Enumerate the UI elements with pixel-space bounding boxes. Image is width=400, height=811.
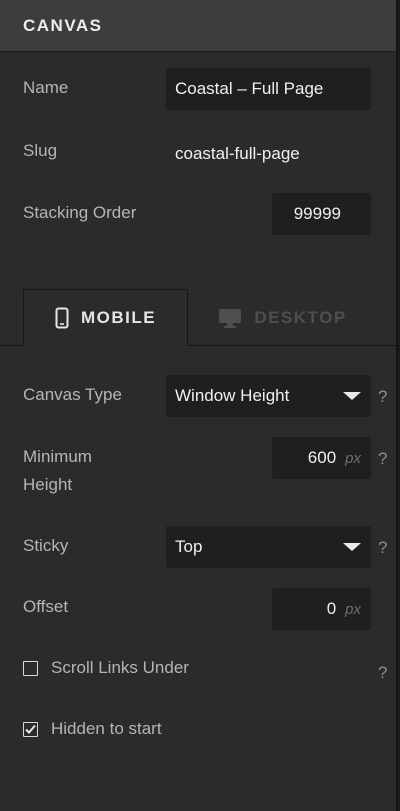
canvas-type-value: Window Height [175,386,290,405]
canvas-panel: CANVAS Name Coastal – Full Page Slug coa… [0,0,398,811]
stacking-order-label: Stacking Order [23,203,137,222]
canvas-type-label: Canvas Type [23,385,122,404]
sticky-select[interactable]: Top [166,526,371,568]
stacking-order-input[interactable]: 99999 [272,193,371,235]
scroll-links-under-row[interactable]: Scroll Links Under [23,658,189,678]
phone-icon [55,307,69,329]
offset-input[interactable]: 0 px [272,588,371,630]
panel-header: CANVAS [0,0,396,52]
min-height-help-icon[interactable]: ? [378,449,387,469]
chevron-down-icon [343,543,361,551]
min-height-label-line1: Minimum [23,447,92,466]
min-height-value: 600 [307,448,337,467]
sticky-label: Sticky [23,536,69,555]
tab-desktop-label: DESKTOP [254,307,347,327]
tab-mobile-label: MOBILE [80,307,157,327]
tab-mobile[interactable]: MOBILE [23,289,188,346]
stacking-order-value: 99999 [293,204,341,223]
monitor-icon [218,308,242,328]
scroll-links-under-label: Scroll Links Under [51,658,189,677]
hidden-to-start-row[interactable]: Hidden to start [23,719,162,739]
tab-desktop[interactable]: DESKTOP [195,289,370,346]
hidden-to-start-label: Hidden to start [51,719,162,738]
panel-title: CANVAS [23,15,103,35]
checkmark-icon [25,724,36,734]
scroll-links-under-checkbox[interactable] [23,660,38,676]
min-height-input[interactable]: 600 px [272,437,371,479]
name-input[interactable]: Coastal – Full Page [166,68,371,110]
offset-label: Offset [23,597,69,616]
chevron-down-icon [343,392,361,400]
offset-value: 0 [326,599,337,618]
offset-unit: px [345,600,361,618]
sticky-value: Top [175,537,203,556]
min-height-label-line2: Height [23,475,73,494]
slug-value: coastal-full-page [175,144,300,163]
hidden-to-start-checkbox[interactable] [23,721,38,737]
canvas-type-select[interactable]: Window Height [166,375,371,417]
name-input-value: Coastal – Full Page [175,79,324,98]
min-height-unit: px [345,449,361,467]
sticky-help-icon[interactable]: ? [378,538,387,558]
slug-label: Slug [23,141,58,160]
name-label: Name [23,78,69,97]
canvas-type-help-icon[interactable]: ? [378,387,387,407]
scroll-links-help-icon[interactable]: ? [378,663,387,683]
